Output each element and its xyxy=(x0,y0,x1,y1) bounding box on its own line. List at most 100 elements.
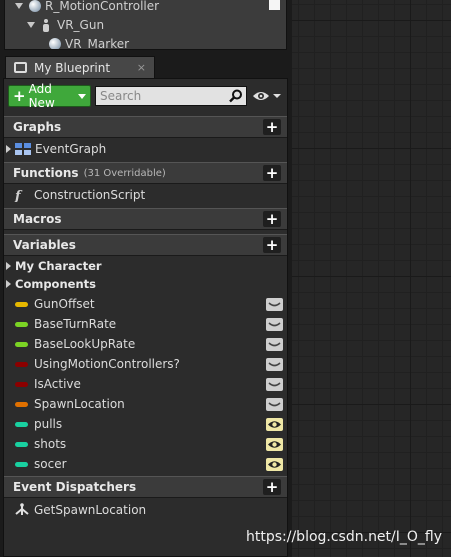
variable-name: BaseTurnRate xyxy=(34,317,117,331)
dropdown-caret-icon xyxy=(78,93,86,99)
tree-item-vr-gun[interactable]: VR_Gun xyxy=(27,16,104,34)
section-subtitle: (31 Overridable) xyxy=(83,167,166,179)
scene-component-icon xyxy=(29,0,41,12)
view-options-button[interactable] xyxy=(252,88,284,104)
variable-row[interactable]: IsActive xyxy=(4,374,287,394)
variable-type-icon xyxy=(15,401,28,407)
variable-type-icon xyxy=(15,301,28,307)
section-event-dispatchers[interactable]: Event Dispatchers + xyxy=(4,476,287,498)
expand-arrow-icon[interactable] xyxy=(27,22,35,28)
variable-name: BaseLookUpRate xyxy=(34,337,136,351)
toolbar: + Add New Search xyxy=(4,79,287,113)
eye-closed-icon[interactable] xyxy=(266,297,283,311)
variable-name: shots xyxy=(34,437,67,451)
variable-name: SpawnLocation xyxy=(34,397,125,411)
variable-row[interactable]: BaseTurnRate xyxy=(4,314,287,334)
eye-closed-icon[interactable] xyxy=(266,337,283,351)
variable-row[interactable]: pulls xyxy=(4,414,287,434)
eye-closed-icon[interactable] xyxy=(266,397,283,411)
variable-row[interactable]: shots xyxy=(4,434,287,454)
variable-name: IsActive xyxy=(34,377,81,391)
section-graphs[interactable]: Graphs + xyxy=(4,116,287,138)
component-tree: R_MotionController VR_Gun VR_Marker xyxy=(4,0,287,50)
variable-type-icon xyxy=(15,341,28,347)
add-macro-button[interactable]: + xyxy=(263,210,281,228)
search-input[interactable]: Search xyxy=(95,86,247,106)
variable-type-icon xyxy=(15,421,28,427)
variable-row[interactable]: socer xyxy=(4,454,287,474)
tree-item-r-motioncontroller[interactable]: R_MotionController xyxy=(15,0,159,15)
section-macros[interactable]: Macros + xyxy=(4,208,287,230)
section-functions[interactable]: Functions (31 Overridable) + xyxy=(4,162,287,184)
skeletal-mesh-icon xyxy=(41,18,51,32)
my-blueprint-panel: + Add New Search Graphs + EventGraph Fun… xyxy=(3,78,288,557)
svg-text:f: f xyxy=(14,189,23,202)
category-my-character[interactable]: My Character xyxy=(4,257,287,275)
variable-row[interactable]: BaseLookUpRate xyxy=(4,334,287,354)
section-variables[interactable]: Variables + xyxy=(4,234,287,256)
section-title: Variables xyxy=(13,238,76,252)
eye-open-icon[interactable] xyxy=(266,457,283,471)
event-graph-icon xyxy=(15,143,31,155)
section-title: Event Dispatchers xyxy=(13,480,137,494)
eye-open-icon[interactable] xyxy=(266,417,283,431)
section-title: Macros xyxy=(13,212,62,226)
variable-name: UsingMotionControllers? xyxy=(34,357,180,371)
eye-icon xyxy=(253,92,269,100)
search-icon[interactable] xyxy=(229,89,243,103)
plus-icon: + xyxy=(13,87,26,105)
function-icon: f xyxy=(14,189,23,202)
variable-type-icon xyxy=(15,321,28,327)
section-title: Graphs xyxy=(13,120,62,134)
variable-name: socer xyxy=(34,457,67,471)
expand-arrow-icon[interactable] xyxy=(6,262,11,270)
eye-closed-icon[interactable] xyxy=(266,377,283,391)
list-item-getspawnlocation[interactable]: GetSpawnLocation xyxy=(4,500,287,520)
tab-my-blueprint[interactable]: My Blueprint × xyxy=(5,56,155,78)
tree-item-label: VR_Marker xyxy=(65,37,130,50)
add-function-button[interactable]: + xyxy=(263,164,281,182)
add-variable-button[interactable]: + xyxy=(263,236,281,254)
variable-type-icon xyxy=(15,361,28,367)
eye-closed-icon[interactable] xyxy=(266,357,283,371)
left-panel: R_MotionController VR_Gun VR_Marker My B… xyxy=(0,0,292,557)
scene-component-icon xyxy=(49,38,61,49)
add-new-label: Add New xyxy=(28,82,55,110)
category-components[interactable]: Components xyxy=(4,275,287,293)
chevron-down-icon xyxy=(273,94,281,98)
variable-name: GunOffset xyxy=(34,297,95,311)
add-event-dispatcher-button[interactable]: + xyxy=(263,478,281,496)
add-graph-button[interactable]: + xyxy=(263,118,281,136)
category-label: My Character xyxy=(15,259,102,273)
variable-row[interactable]: UsingMotionControllers? xyxy=(4,354,287,374)
item-label: GetSpawnLocation xyxy=(34,503,147,517)
list-item-constructionscript[interactable]: f ConstructionScript xyxy=(4,185,287,205)
variable-row[interactable]: GunOffset xyxy=(4,294,287,314)
watermark-text: https://blog.csdn.net/I_O_fly xyxy=(246,529,443,545)
expand-arrow-icon[interactable] xyxy=(15,3,23,9)
search-placeholder: Search xyxy=(100,89,142,103)
expand-arrow-icon[interactable] xyxy=(6,145,11,153)
book-icon xyxy=(14,62,27,73)
section-title: Functions xyxy=(13,166,79,180)
tree-item-label: VR_Gun xyxy=(57,18,105,32)
tree-item-vr-marker[interactable]: VR_Marker xyxy=(49,35,130,50)
add-new-button[interactable]: + Add New xyxy=(8,82,91,110)
item-label: EventGraph xyxy=(35,142,107,156)
event-dispatcher-icon xyxy=(15,503,29,515)
tab-label: My Blueprint xyxy=(34,60,111,75)
variable-name: pulls xyxy=(34,417,63,431)
variable-type-icon xyxy=(15,461,28,467)
graph-canvas[interactable] xyxy=(292,0,451,557)
item-label: ConstructionScript xyxy=(34,188,146,202)
eye-open-icon[interactable] xyxy=(266,437,283,451)
variable-type-icon xyxy=(15,381,28,387)
category-label: Components xyxy=(15,277,96,291)
variable-type-icon xyxy=(15,441,28,447)
expand-arrow-icon[interactable] xyxy=(6,280,11,288)
tree-scrollbar-thumb[interactable] xyxy=(269,0,280,10)
list-item-eventgraph[interactable]: EventGraph xyxy=(4,139,287,159)
close-tab-icon[interactable]: × xyxy=(137,61,146,74)
variable-row[interactable]: SpawnLocation xyxy=(4,394,287,414)
eye-closed-icon[interactable] xyxy=(266,317,283,331)
